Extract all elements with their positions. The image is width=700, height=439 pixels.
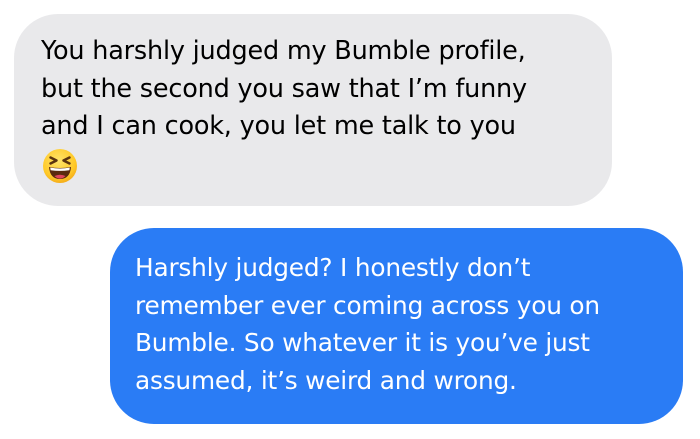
incoming-message-line: You harshly judged my Bumble profile, [41, 36, 526, 66]
outgoing-message-bubble[interactable]: Harshly judged? I honestly don’t remembe… [110, 228, 683, 424]
incoming-message-line: and I can cook, you let me talk to you [41, 111, 516, 141]
outgoing-message-line: Harshly judged? I honestly don’t [135, 253, 531, 282]
incoming-message-bubble[interactable]: You harshly judged my Bumble profile, bu… [14, 14, 612, 206]
incoming-message-line: but the second you saw that I’m funny [41, 73, 527, 104]
outgoing-message-line: remember ever coming across you on [135, 290, 600, 320]
outgoing-message-line: assumed, it’s weird and wrong. [135, 365, 517, 395]
laughing-squinting-face-icon [43, 148, 77, 183]
outgoing-message-line: Bumble. So whatever it is you’ve just [135, 328, 590, 357]
